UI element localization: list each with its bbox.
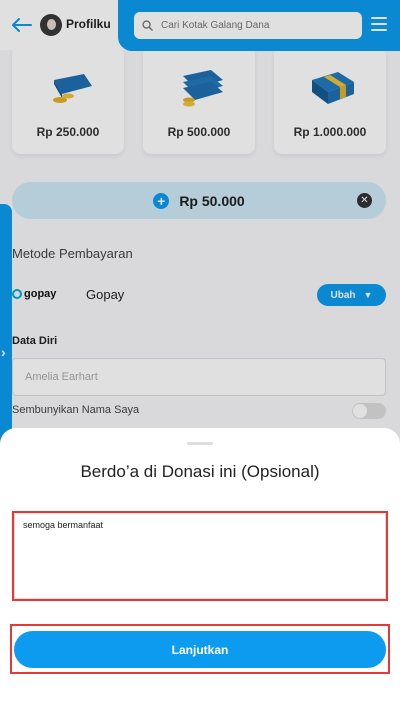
prayer-bottom-sheet: Berdo’a di Donasi ini (Opsional) semoga … [0,428,400,713]
sheet-drag-handle[interactable] [187,442,213,445]
prayer-input-highlight: semoga bermanfaat [12,511,388,601]
prayer-input[interactable]: semoga bermanfaat [14,513,386,599]
submit-button-highlight: Lanjutkan [10,624,390,674]
sheet-title: Berdo’a di Donasi ini (Opsional) [80,462,320,481]
continue-button[interactable]: Lanjutkan [14,631,386,668]
